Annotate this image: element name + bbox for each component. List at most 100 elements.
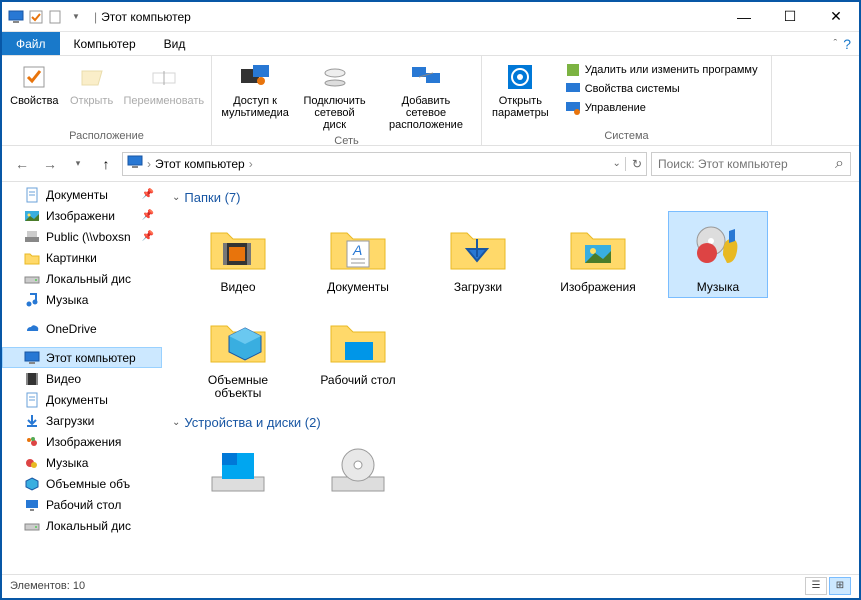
item-label: Видео — [220, 281, 255, 294]
help-icon[interactable]: ? — [843, 36, 851, 52]
sidebar-item[interactable]: Документы 📌 — [2, 184, 162, 205]
sidebar-item[interactable]: Видео — [2, 368, 162, 389]
sidebar-item-label: Загрузки — [46, 414, 94, 428]
sidebar-item[interactable]: Музыка — [2, 452, 162, 473]
tab-view[interactable]: Вид — [150, 32, 200, 55]
sidebar-item-label: Картинки — [46, 251, 97, 265]
folder-item[interactable]: Рабочий стол — [308, 304, 408, 404]
address-bar[interactable]: › Этот компьютер › ⌄ ↻ — [122, 152, 647, 176]
drive-item[interactable] — [308, 436, 408, 508]
netdrive-button[interactable]: Подключить сетевой диск — [298, 59, 371, 133]
refresh-button[interactable]: ↻ — [625, 157, 642, 171]
item-label: Загрузки — [454, 281, 502, 294]
drive-item[interactable] — [188, 436, 288, 508]
sidebar-item-label: OneDrive — [46, 322, 97, 336]
open-button: Открыть — [67, 59, 117, 109]
netlocation-button[interactable]: Добавить сетевое расположение — [377, 59, 475, 133]
multimedia-button[interactable]: Доступ к мультимедиа — [218, 59, 292, 121]
search-icon[interactable]: ⌕ — [835, 155, 844, 173]
chevron-down-icon: ⌄ — [172, 192, 180, 203]
sysprops-button[interactable]: Свойства системы — [563, 80, 760, 98]
folder-item[interactable]: Музыка — [668, 211, 768, 298]
pc-icon — [8, 9, 24, 25]
pin-icon: 📌 — [142, 231, 158, 242]
manage-button[interactable]: Управление — [563, 99, 760, 117]
3d-icon — [24, 476, 40, 492]
sidebar-item[interactable]: Изображения — [2, 431, 162, 452]
music-folder-icon — [682, 215, 754, 279]
sidebar-item[interactable]: Картинки — [2, 247, 162, 268]
tab-computer[interactable]: Компьютер — [60, 32, 150, 55]
sidebar-item[interactable]: Объемные объ — [2, 473, 162, 494]
qat-dropdown-icon[interactable]: ▼ — [68, 9, 84, 25]
settings-button[interactable]: Открыть параметры — [488, 59, 553, 121]
folder-item[interactable]: Загрузки — [428, 211, 528, 298]
sysprops-icon — [565, 81, 581, 97]
svg-text:A: A — [352, 242, 362, 258]
navigation-pane[interactable]: Документы📌Изображени📌Public (\\vboxsn📌Ка… — [2, 182, 162, 574]
img2-icon — [24, 434, 40, 450]
uninstall-button[interactable]: Удалить или изменить программу — [563, 61, 760, 79]
status-count: Элементов: 10 — [10, 580, 85, 592]
pin-icon: 📌 — [142, 210, 158, 221]
forward-button: → — [38, 152, 62, 176]
icons-view-button[interactable]: ⊞ — [829, 577, 851, 595]
group-system-label: Система — [488, 128, 765, 142]
sidebar-item[interactable]: OneDrive — [2, 318, 162, 339]
up-button[interactable]: ↑ — [94, 152, 118, 176]
sidebar-item-label: Public (\\vboxsn — [46, 230, 131, 244]
close-button[interactable]: ✕ — [813, 3, 859, 31]
ribbon-collapse-icon[interactable]: ˆ — [834, 38, 838, 50]
sidebar-item[interactable]: Public (\\vboxsn 📌 — [2, 226, 162, 247]
properties-qat-icon[interactable] — [28, 9, 44, 25]
sidebar-item[interactable]: Локальный дис — [2, 268, 162, 289]
disk-icon — [24, 271, 40, 287]
properties-button[interactable]: Свойства — [8, 59, 61, 109]
details-view-button[interactable]: ☰ — [805, 577, 827, 595]
new-qat-icon[interactable] — [48, 9, 64, 25]
main-content[interactable]: ⌄ Папки (7) Видео A Документы Загрузки Изобр… — [162, 182, 859, 574]
sidebar-item-label: Видео — [46, 372, 81, 386]
search-box[interactable]: ⌕ — [651, 152, 851, 176]
sidebar-item-label: Документы — [46, 188, 108, 202]
net-icon — [24, 229, 40, 245]
folder-item[interactable]: Видео — [188, 211, 288, 298]
address-dropdown-icon[interactable]: ⌄ — [613, 158, 621, 169]
title-separator: | — [90, 10, 101, 24]
folder-item[interactable]: Объемные объекты — [188, 304, 288, 404]
item-label: Рабочий стол — [320, 374, 395, 387]
sidebar-item[interactable]: Этот компьютер — [2, 347, 162, 368]
music-icon — [24, 292, 40, 308]
sidebar-item-label: Локальный дис — [46, 272, 131, 286]
sidebar-item-label: Документы — [46, 393, 108, 407]
pin-icon: 📌 — [142, 189, 158, 200]
sidebar-item-label: Рабочий стол — [46, 498, 121, 512]
sidebar-item-label: Музыка — [46, 293, 88, 307]
sidebar-item-label: Изображения — [46, 435, 121, 449]
back-button[interactable]: ← — [10, 152, 34, 176]
sidebar-item[interactable]: Изображени📌 — [2, 205, 162, 226]
search-input[interactable] — [658, 157, 831, 171]
folder-item[interactable]: A Документы — [308, 211, 408, 298]
recent-dropdown[interactable]: ▾ — [66, 152, 90, 176]
group-network-label: Сеть — [218, 133, 475, 147]
download-folder-icon — [442, 215, 514, 279]
onedrive-icon — [24, 321, 40, 337]
img-icon — [24, 208, 40, 224]
sidebar-item[interactable]: Рабочий стол — [2, 494, 162, 515]
address-location[interactable]: Этот компьютер — [155, 157, 245, 171]
rename-button: Переименовать — [123, 59, 205, 109]
section-drives-header[interactable]: ⌄ Устройства и диски (2) — [172, 413, 849, 436]
maximize-button[interactable]: ☐ — [767, 3, 813, 31]
sidebar-item[interactable]: Музыка — [2, 289, 162, 310]
sidebar-item[interactable]: Локальный дис — [2, 515, 162, 536]
tab-file[interactable]: Файл — [2, 32, 60, 55]
minimize-button[interactable]: — — [721, 3, 767, 31]
sidebar-item[interactable]: Загрузки — [2, 410, 162, 431]
sidebar-item[interactable]: Документы — [2, 389, 162, 410]
section-folders-header[interactable]: ⌄ Папки (7) — [172, 188, 849, 211]
desktop-folder-icon — [322, 308, 394, 372]
item-label: Документы — [327, 281, 389, 294]
folder-item[interactable]: Изображения — [548, 211, 648, 298]
chevron-down-icon: ⌄ — [172, 417, 180, 428]
